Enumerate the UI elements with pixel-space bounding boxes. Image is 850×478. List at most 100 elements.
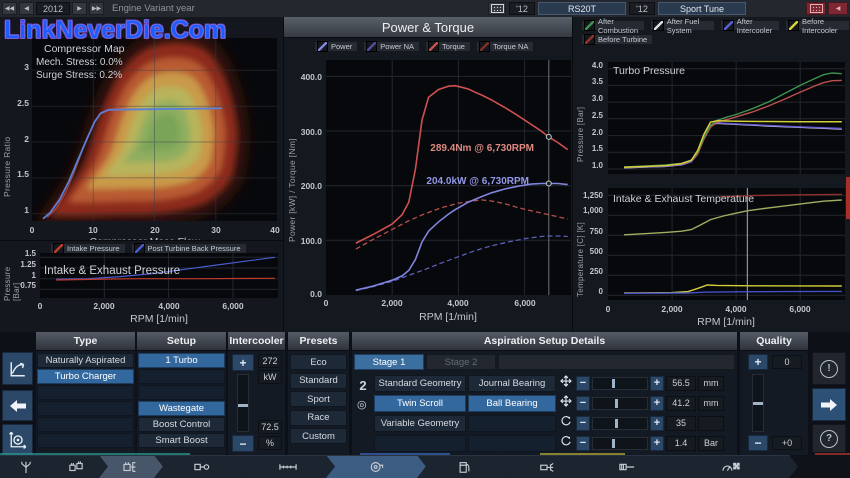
legend-torque-na[interactable]: Torque NA [476,41,534,52]
x-tick: 40 [270,225,279,235]
toolbar-cooling[interactable] [582,455,672,478]
year-prev-button[interactable]: ◀ [19,2,34,15]
engine-variant-icon [123,460,139,474]
year-next-button[interactable]: ▶ [72,2,87,15]
geometry-variable[interactable]: Variable Geometry [374,415,466,432]
decrease-button[interactable]: − [576,376,590,391]
increase-button[interactable]: + [650,436,664,451]
quality-decrease-button[interactable]: − [748,435,768,451]
preset-standard[interactable]: Standard [290,373,347,389]
preset-custom[interactable]: Custom [290,428,347,444]
back-arrow-button[interactable] [2,390,33,421]
slider-handle[interactable] [612,439,615,448]
turbo-graph-button[interactable] [2,424,33,455]
legend-after-combustion[interactable]: After Combustion [581,20,645,31]
camshaft-icon [279,462,297,472]
preset-sport[interactable]: Sport [290,391,347,407]
quality-slider-handle[interactable] [753,402,763,405]
variant-name-button[interactable]: Sport Tune [658,2,746,15]
increase-button[interactable]: + [650,416,664,431]
toolbar-fuel-system[interactable] [417,455,512,478]
intercooler-slider[interactable] [237,374,249,432]
decrease-button[interactable]: − [576,416,590,431]
slider-handle[interactable] [615,399,618,408]
increase-button[interactable]: + [650,396,664,411]
help-button[interactable]: ? [812,424,846,453]
show-curves-button[interactable] [2,352,33,385]
geometry-twin-scroll[interactable]: Twin Scroll [374,395,466,412]
turbo-count-badge: 2 [354,378,372,393]
tab-stage-2[interactable]: Stage 2 [426,354,496,370]
y-tick: 1.5 [14,169,29,179]
toolbar-engine-select[interactable] [0,455,52,478]
torque-annotation: 289.4Nm @ 6,730RPM [404,143,534,154]
size-slider[interactable] [592,417,648,430]
toolbar-bottom-end[interactable] [154,455,249,478]
year-first-button[interactable]: ◀◀ [2,2,17,15]
toolbar-aspiration[interactable] [326,455,426,478]
fuel-pump-icon [458,460,471,474]
toolbar-engine-family[interactable] [43,455,108,478]
left-arrow-icon: ◀ [24,5,29,12]
decrease-button[interactable]: − [576,396,590,411]
type-turbo-charger[interactable]: Turbo Charger [37,369,134,384]
next-step-button[interactable] [812,388,846,421]
setup-wastegate[interactable]: Wastegate [138,401,225,416]
toolbar-exhaust[interactable] [503,455,591,478]
size-slider[interactable] [592,397,648,410]
aspiration-legend-row2: Before Turbine [581,34,653,45]
y-tick: 0.0 [296,289,322,299]
x-tick: 4,000 [447,298,468,308]
slider-handle[interactable] [615,419,618,428]
legend-before-intercooler[interactable]: Before Intercooler [785,20,850,31]
legend-torque[interactable]: Torque [425,41,471,52]
x-tick: 10 [88,225,97,235]
year-last-button[interactable]: ▶▶ [89,2,104,15]
type-naturally-aspirated[interactable]: Naturally Aspirated [37,353,134,368]
legend-power[interactable]: Power [314,41,358,52]
bearing-journal[interactable]: Journal Bearing [468,375,556,392]
intercooler-slider-handle[interactable] [238,404,248,407]
rename-variant-button[interactable] [806,2,826,15]
legend-power-na[interactable]: Power NA [363,41,420,52]
warnings-button[interactable]: ! [812,352,846,385]
type-list: Naturally Aspirated Turbo Charger [37,353,134,448]
bearing-ball[interactable]: Ball Bearing [468,395,556,412]
presets-list: Eco Standard Sport Race Custom [290,354,347,444]
boost-slider[interactable] [592,437,648,450]
toolbar-engine-variant[interactable] [99,455,163,478]
geometry-standard[interactable]: Standard Geometry [374,375,466,392]
size-slider[interactable] [592,377,648,390]
legend-after-intercooler[interactable]: After Intercooler [720,20,780,31]
row-value: 41.2 [666,396,696,411]
quality-increase-button[interactable]: + [748,354,768,370]
family-name-button[interactable]: RS20T [538,2,626,15]
toolbar-results[interactable] [663,455,798,478]
bearing-empty [468,415,556,432]
setup-boost-control[interactable]: Boost Control [138,417,225,432]
intercooler-increase-button[interactable]: + [232,354,254,371]
preset-race[interactable]: Race [290,410,347,426]
legend-before-turbine[interactable]: Before Turbine [581,34,653,45]
dyno-brush-icon [619,462,635,472]
after-combustion-line [624,73,842,167]
slider-handle[interactable] [612,379,615,388]
preset-eco[interactable]: Eco [290,354,347,370]
turbo-icon [369,460,384,474]
decrease-button[interactable]: − [576,436,590,451]
legend-after-fuel-system[interactable]: After Fuel System [650,20,715,31]
aspiration-setup-panel: Type Naturally Aspirated Turbo Charger S… [0,332,850,455]
toolbar-top-end[interactable] [240,455,335,478]
rename-family-button[interactable] [488,2,506,15]
increase-button[interactable]: + [650,376,664,391]
gauge-flag-icon [722,461,740,473]
intercooler-decrease-button[interactable]: − [232,435,254,452]
setup-smart-boost[interactable]: Smart Boost [138,433,225,448]
tab-stage-1[interactable]: Stage 1 [354,354,424,370]
setup-1-turbo[interactable]: 1 Turbo [138,353,225,368]
back-button[interactable]: ◀ [828,2,848,15]
quality-slider[interactable] [752,374,764,432]
left-arrow-icon [10,400,26,412]
line-sample-icon [366,41,377,52]
surge-stress-label: Surge Stress: 0.2% [36,70,122,81]
